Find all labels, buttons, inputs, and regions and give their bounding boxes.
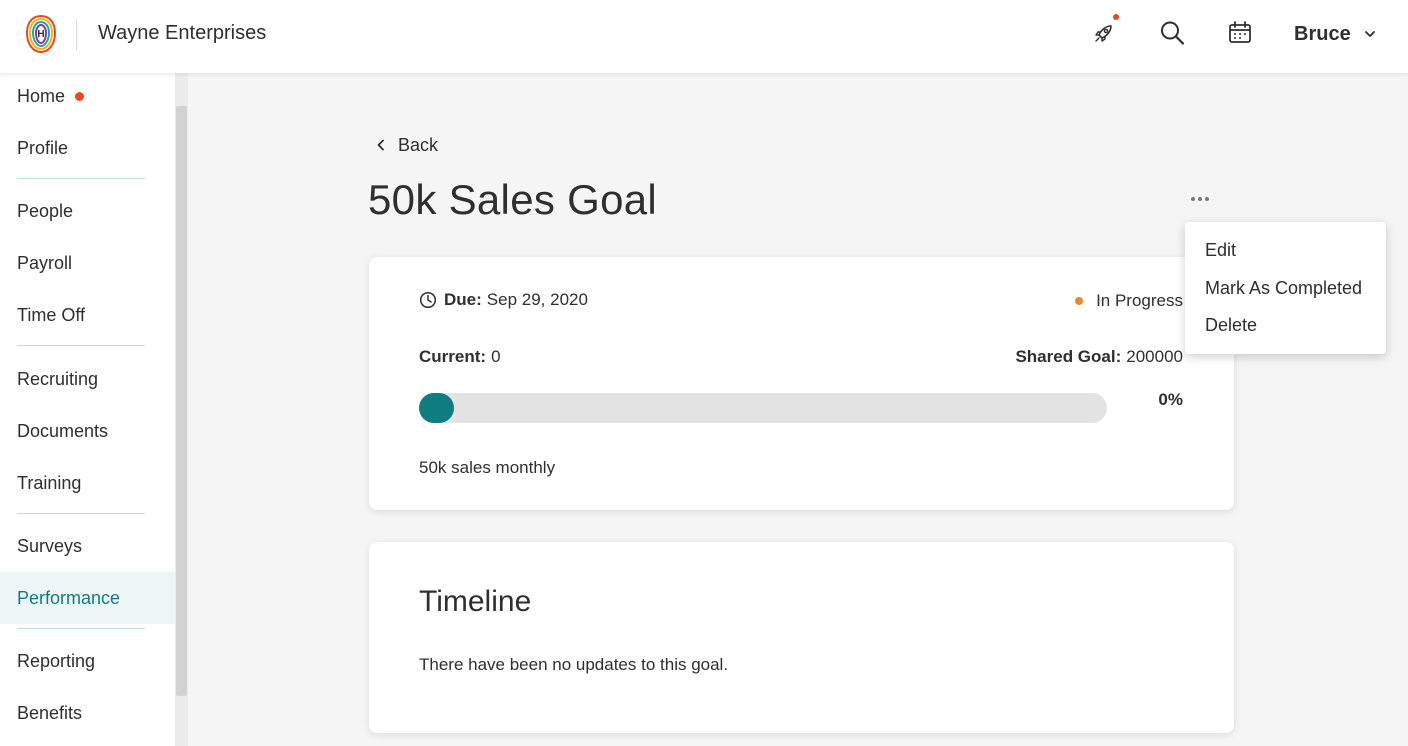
status-label: In Progress (1096, 291, 1183, 310)
sidebar-item-time-off[interactable]: Time Off (0, 289, 175, 341)
sidebar-item-label: People (17, 200, 74, 221)
progress-percent: 0% (1158, 390, 1183, 409)
calendar-icon[interactable] (1225, 18, 1255, 48)
svg-text:H: H (37, 29, 44, 40)
due-value: Sep 29, 2020 (486, 290, 588, 309)
sidebar-item-home[interactable]: Home (0, 70, 175, 122)
sidebar-item-label: Home (17, 85, 66, 106)
current-value: Current: 0 (419, 347, 501, 367)
sidebar-item-label: Profile (17, 137, 69, 158)
sidebar-item-label: Time Off (17, 304, 86, 325)
sidebar-divider (17, 513, 145, 514)
timeline-title: Timeline (419, 585, 532, 618)
mark-completed-menu-item[interactable]: Mark As Completed (1205, 278, 1362, 299)
company-name[interactable]: Wayne Enterprises (98, 22, 266, 45)
back-link[interactable]: Back (374, 131, 438, 159)
status-badge: In Progress (1075, 291, 1183, 311)
sidebar-item-training[interactable]: Training (0, 457, 175, 509)
sidebar-scrollbar-thumb[interactable] (176, 106, 187, 696)
delete-menu-item[interactable]: Delete (1205, 315, 1257, 336)
sidebar-item-label: Reporting (17, 650, 96, 671)
edit-menu-item[interactable]: Edit (1205, 240, 1236, 261)
progress-bar-fill (419, 393, 454, 423)
page-title: 50k Sales Goal (368, 176, 658, 223)
sidebar-item-label: Recruiting (17, 368, 99, 389)
options-dropdown: Edit Mark As Completed Delete (1185, 222, 1386, 354)
timeline-card: Timeline There have been no updates to t… (369, 542, 1234, 733)
sidebar-item-reporting[interactable]: Reporting (0, 635, 175, 687)
user-name: Bruce (1294, 22, 1351, 45)
sidebar-divider (17, 628, 145, 629)
sidebar-divider (17, 178, 145, 179)
notification-dot (75, 91, 85, 101)
shared-goal-number: 200000 (1126, 347, 1183, 366)
sidebar-item-label: Benefits (17, 702, 83, 723)
current-label: Current: (419, 347, 487, 366)
more-options-icon[interactable] (1184, 187, 1216, 211)
clock-icon (419, 291, 437, 309)
chevron-down-icon (1364, 31, 1375, 37)
status-dot (1075, 297, 1084, 305)
sidebar-item-label: Surveys (17, 535, 83, 556)
sidebar-item-surveys[interactable]: Surveys (0, 520, 175, 572)
sidebar-item-payroll[interactable]: Payroll (0, 237, 175, 289)
shared-goal: Shared Goal: 200000 (1015, 347, 1183, 367)
current-number: 0 (491, 347, 501, 366)
user-menu[interactable]: Bruce (1294, 21, 1377, 47)
logo-h-icon[interactable]: H (25, 14, 57, 54)
sidebar-item-profile[interactable]: Profile (0, 122, 175, 174)
goal-card: Due: Sep 29, 2020 In Progress Current: 0 … (369, 257, 1234, 510)
sidebar-divider (17, 345, 145, 346)
sidebar-item-label: Performance (17, 587, 121, 608)
back-label: Back (398, 134, 439, 155)
sidebar-item-label: Training (17, 472, 82, 493)
sidebar-item-benefits[interactable]: Benefits (0, 687, 175, 739)
progress-bar (419, 393, 1107, 423)
sidebar-item-label: Documents (17, 420, 109, 441)
rocket-icon[interactable] (1089, 14, 1119, 48)
search-icon[interactable] (1157, 18, 1187, 48)
shared-goal-label: Shared Goal: (1015, 347, 1122, 366)
sidebar-item-documents[interactable]: Documents (0, 405, 175, 457)
sidebar-item-people[interactable]: People (0, 185, 175, 237)
top-header: H Wayne Enterprises Bruce (0, 0, 1408, 73)
brand-divider (76, 19, 77, 51)
due-label: Due: (444, 290, 482, 309)
sidebar-item-label: Payroll (17, 252, 73, 273)
goal-description: 50k sales monthly (419, 458, 556, 477)
due-date: Due: Sep 29, 2020 (419, 290, 588, 310)
sidebar-item-recruiting[interactable]: Recruiting (0, 353, 175, 405)
chevron-left-icon (377, 139, 384, 151)
notification-dot (1113, 14, 1119, 20)
timeline-empty-message: There have been no updates to this goal. (419, 655, 729, 674)
sidebar-item-performance[interactable]: Performance (0, 572, 175, 624)
